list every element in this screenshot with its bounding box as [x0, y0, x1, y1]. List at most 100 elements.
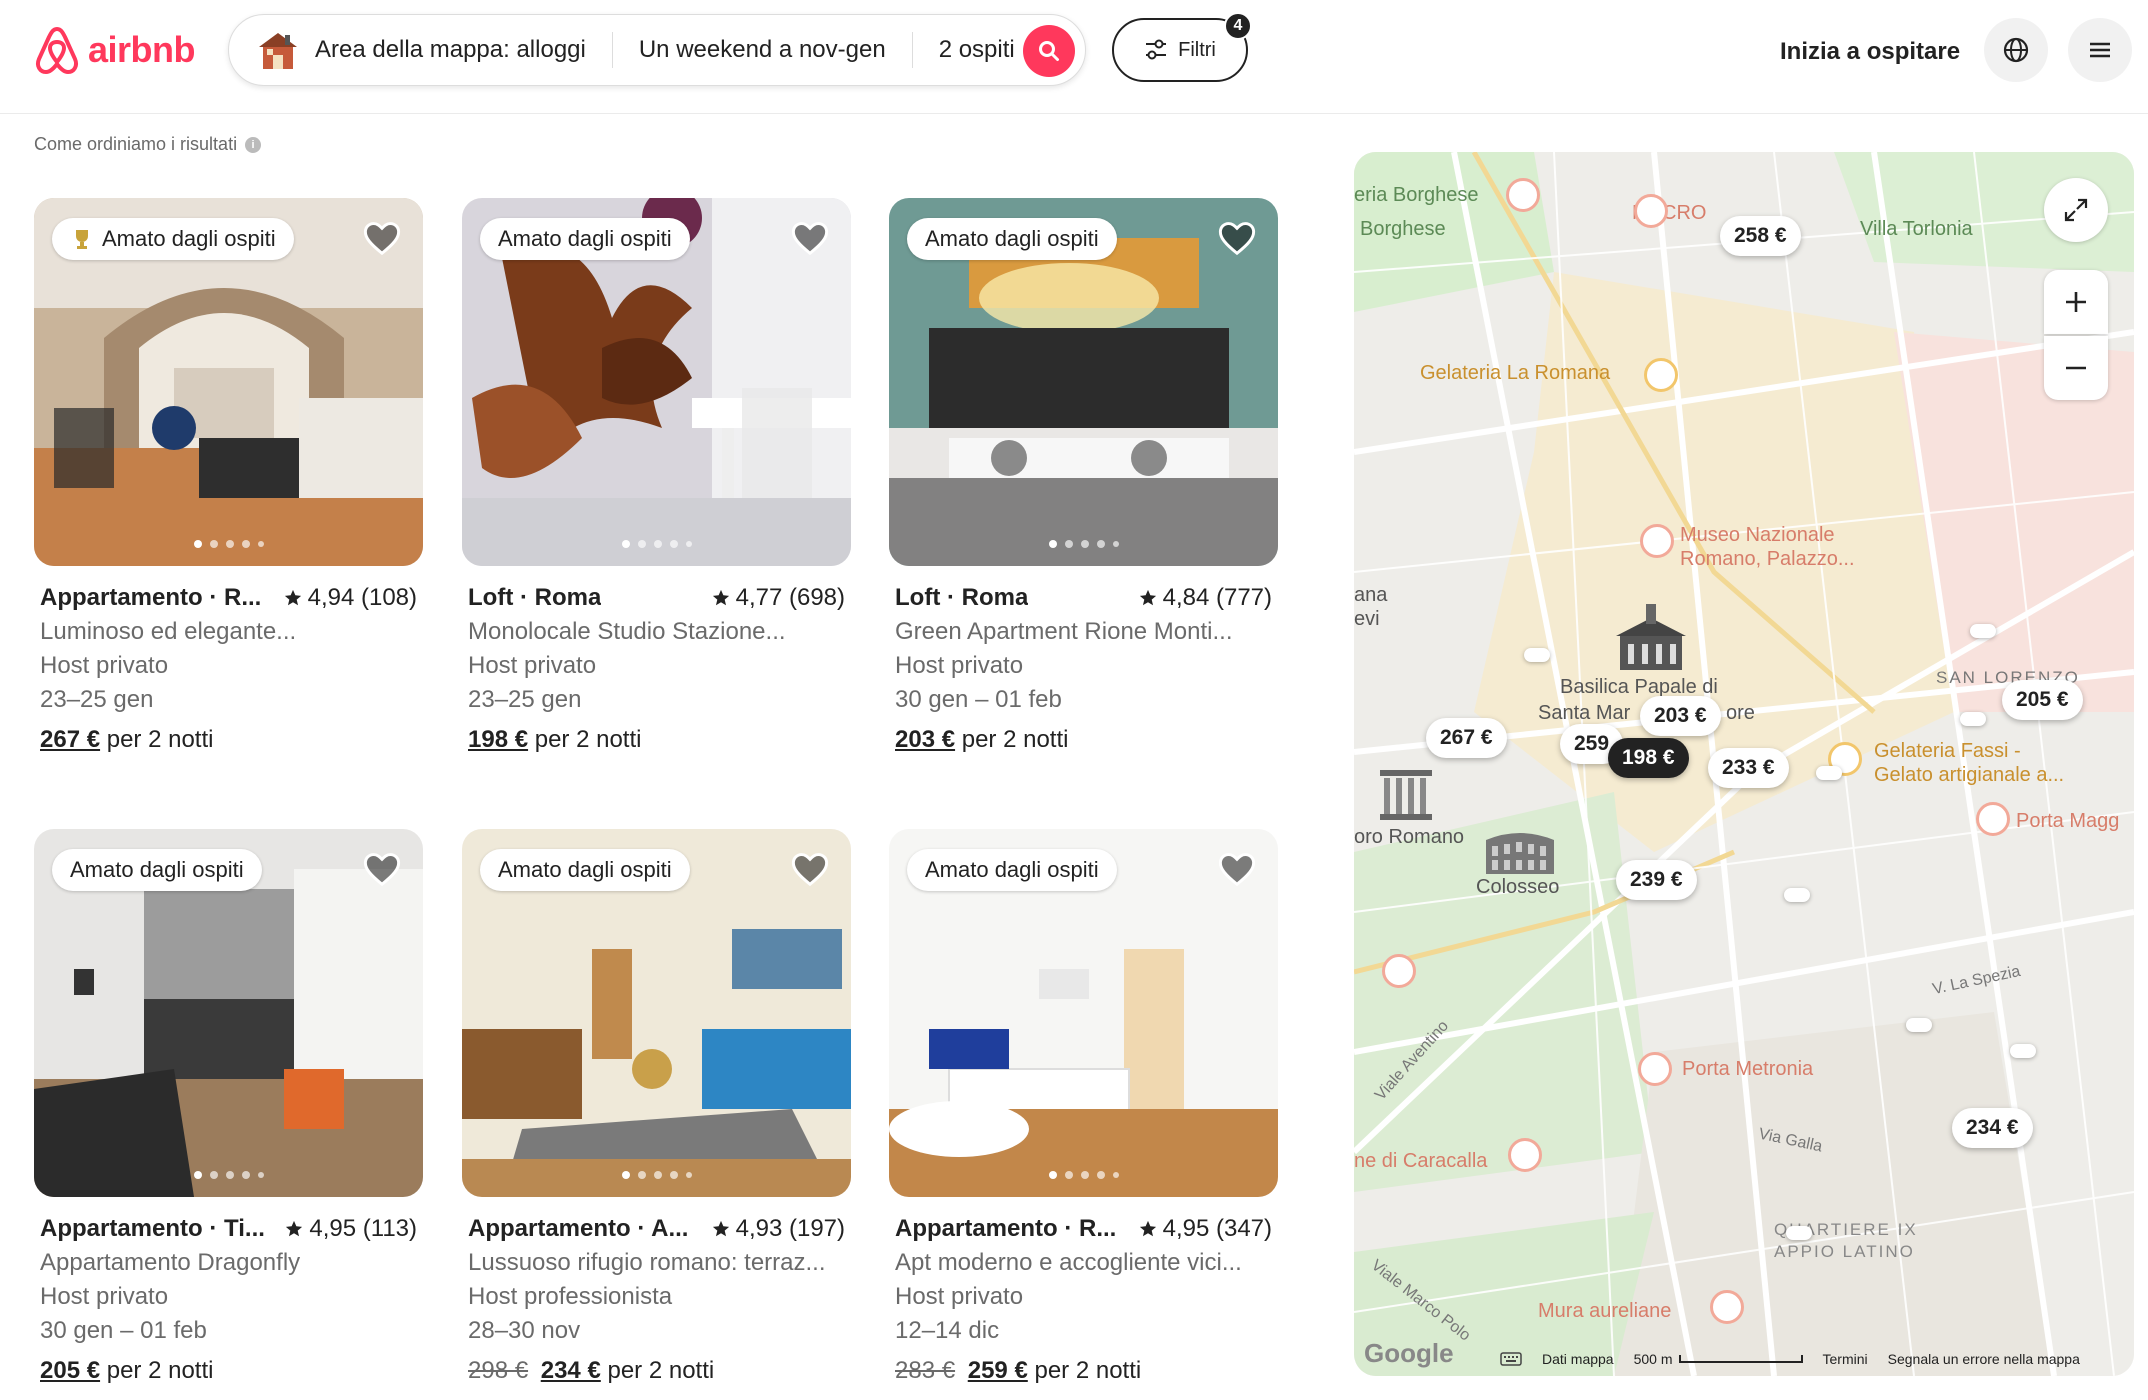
monument-poi-icon[interactable]	[1382, 954, 1416, 988]
globe-icon	[2003, 37, 2029, 63]
listing-photo[interactable]: Amato dagli ospiti	[462, 198, 851, 566]
map-price-pin[interactable]: 233 €	[1708, 748, 1789, 788]
map-pin-unpriced[interactable]	[1906, 1018, 1932, 1032]
menu-button[interactable]	[2068, 18, 2132, 82]
favorite-heart-icon[interactable]	[791, 220, 829, 258]
map-label-museo: Romano, Palazzo...	[1680, 548, 1855, 570]
favorite-heart-icon[interactable]	[363, 851, 401, 889]
map-zoom-out-button[interactable]	[2044, 336, 2108, 400]
listing-host: Host privato	[40, 652, 169, 679]
monument-poi-icon[interactable]	[1976, 802, 2010, 836]
rating-value: 4,93 (197)	[735, 1215, 845, 1242]
listing-price[interactable]: 205 € per 2 notti	[40, 1357, 417, 1385]
listing-host: Host privato	[468, 652, 597, 679]
airbnb-logo[interactable]: airbnb	[34, 24, 196, 76]
filters-button[interactable]: Filtri 4	[1112, 12, 1252, 82]
listing-card[interactable]: Amato dagli ospiti Appartamento · Ti... …	[34, 829, 423, 1385]
price-period: per 2 notti	[961, 726, 1069, 753]
listing-card[interactable]: Amato dagli ospiti Loft · Roma 4,77 (698…	[462, 198, 851, 754]
search-button[interactable]	[1023, 25, 1075, 77]
map-price-pin[interactable]: 203 €	[1640, 696, 1721, 736]
listing-dates: 28–30 nov	[468, 1317, 581, 1344]
listing-card[interactable]: Amato dagli ospiti Appartamento · R... 4…	[889, 829, 1278, 1385]
map-pin-unpriced[interactable]	[1960, 712, 1986, 726]
search-guests[interactable]: 2 ospiti	[913, 36, 1041, 64]
listing-dates: 12–14 dic	[895, 1317, 1000, 1344]
listing-photo[interactable]: Amato dagli ospiti	[462, 829, 851, 1197]
listing-price[interactable]: 267 € per 2 notti	[40, 726, 417, 754]
monument-poi-icon[interactable]	[1508, 1138, 1542, 1172]
listing-title: Appartamento · Ti...	[40, 1215, 265, 1242]
map-label-torlonia: Villa Torlonia	[1860, 218, 1973, 240]
listing-price[interactable]: 198 € per 2 notti	[468, 726, 845, 754]
map-price-pin[interactable]: 258 €	[1720, 216, 1801, 256]
listing-description: Appartamento Dragonfly	[40, 1249, 301, 1276]
listing-host: Host privato	[40, 1283, 169, 1310]
map-label-museo: Museo Nazionale	[1680, 524, 1835, 546]
map-price-pin[interactable]: 234 €	[1952, 1108, 2033, 1148]
listing-price[interactable]: 203 € per 2 notti	[895, 726, 1272, 754]
museum-poi-icon[interactable]	[1506, 178, 1540, 212]
star-icon	[1139, 589, 1156, 606]
price-period: per 2 notti	[106, 726, 214, 753]
map-label-fassi: Gelato artigianale a...	[1874, 764, 2065, 786]
star-icon	[712, 589, 729, 606]
map-pin-unpriced[interactable]	[2010, 1044, 2036, 1058]
listing-card[interactable]: Amato dagli ospiti Appartamento · R... 4…	[34, 198, 423, 754]
search-location[interactable]: Area della mappa: alloggi	[315, 36, 612, 64]
guest-favorite-badge: Amato dagli ospiti	[480, 849, 690, 891]
listing-price[interactable]: 283 € 259 € per 2 notti	[895, 1357, 1272, 1385]
listing-photo[interactable]: Amato dagli ospiti	[34, 829, 423, 1197]
map-pin-unpriced[interactable]	[1816, 766, 1842, 780]
original-price: 283 €	[895, 1357, 956, 1384]
listing-description: Lussuoso rifugio romano: terraz...	[468, 1249, 826, 1276]
map-pin-unpriced[interactable]	[1784, 888, 1810, 902]
favorite-heart-icon[interactable]	[363, 220, 401, 258]
map-price-pin[interactable]: 205 €	[2002, 680, 2083, 720]
map-label-quartiere: APPIO LATINO	[1774, 1242, 1915, 1261]
rating-value: 4,84 (777)	[1162, 584, 1272, 611]
favorite-heart-icon[interactable]	[1218, 851, 1256, 889]
map-zoom-in-button[interactable]	[2044, 270, 2108, 334]
price-period: per 2 notti	[607, 1357, 715, 1384]
map-price-pin[interactable]: 239 €	[1616, 860, 1697, 900]
listing-card[interactable]: Amato dagli ospiti Appartamento · A... 4…	[462, 829, 851, 1385]
listing-price[interactable]: 298 € 234 € per 2 notti	[468, 1357, 845, 1385]
listing-rating: 4,94 (108)	[284, 584, 417, 612]
search-bar[interactable]: Area della mappa: alloggi Un weekend a n…	[228, 14, 1086, 86]
monument-poi-icon[interactable]	[1710, 1290, 1744, 1324]
price-amount: 205 €	[40, 1357, 101, 1384]
rating-value: 4,94 (108)	[307, 584, 417, 611]
search-icon	[1039, 41, 1059, 61]
map-price-pin-selected[interactable]: 198 €	[1608, 738, 1689, 778]
map-data-link[interactable]: Dati mappa	[1542, 1351, 1614, 1367]
listing-rating: 4,84 (777)	[1139, 584, 1272, 612]
results-map[interactable]: eria Borghese Borghese MACRO Villa Torlo…	[1354, 152, 2134, 1376]
map-report-error-link[interactable]: Segnala un errore nella mappa	[1888, 1351, 2080, 1367]
listing-card[interactable]: Amato dagli ospiti Loft · Roma 4,84 (777…	[889, 198, 1278, 754]
map-pin-unpriced[interactable]	[1970, 624, 1996, 638]
sort-info-link[interactable]: Come ordiniamo i risultati i	[34, 134, 262, 155]
keyboard-shortcuts-icon[interactable]	[1500, 1352, 1522, 1366]
listing-photo[interactable]: Amato dagli ospiti	[34, 198, 423, 566]
museum-poi-icon[interactable]	[1634, 194, 1668, 228]
map-pin-unpriced[interactable]	[1786, 1226, 1812, 1240]
gelato-poi-icon[interactable]	[1644, 358, 1678, 392]
search-dates[interactable]: Un weekend a nov-gen	[613, 36, 912, 64]
listing-rating: 4,93 (197)	[712, 1215, 845, 1243]
map-pin-unpriced[interactable]	[1524, 648, 1550, 662]
map-fullscreen-button[interactable]	[2044, 178, 2108, 242]
become-host-link[interactable]: Inizia a ospitare	[1770, 32, 1970, 72]
favorite-heart-icon[interactable]	[1218, 220, 1256, 258]
monument-poi-icon[interactable]	[1638, 1052, 1672, 1086]
listing-photo[interactable]: Amato dagli ospiti	[889, 829, 1278, 1197]
listing-photo[interactable]: Amato dagli ospiti	[889, 198, 1278, 566]
museum-poi-icon[interactable]	[1640, 524, 1674, 558]
map-terms-link[interactable]: Termini	[1823, 1351, 1868, 1367]
price-period: per 2 notti	[1034, 1357, 1142, 1384]
map-price-pin[interactable]: 267 €	[1426, 718, 1507, 758]
top-header: airbnb Area della mappa: alloggi Un week…	[0, 0, 2148, 114]
minus-icon	[2066, 366, 2086, 370]
language-button[interactable]	[1984, 18, 2048, 82]
favorite-heart-icon[interactable]	[791, 851, 829, 889]
